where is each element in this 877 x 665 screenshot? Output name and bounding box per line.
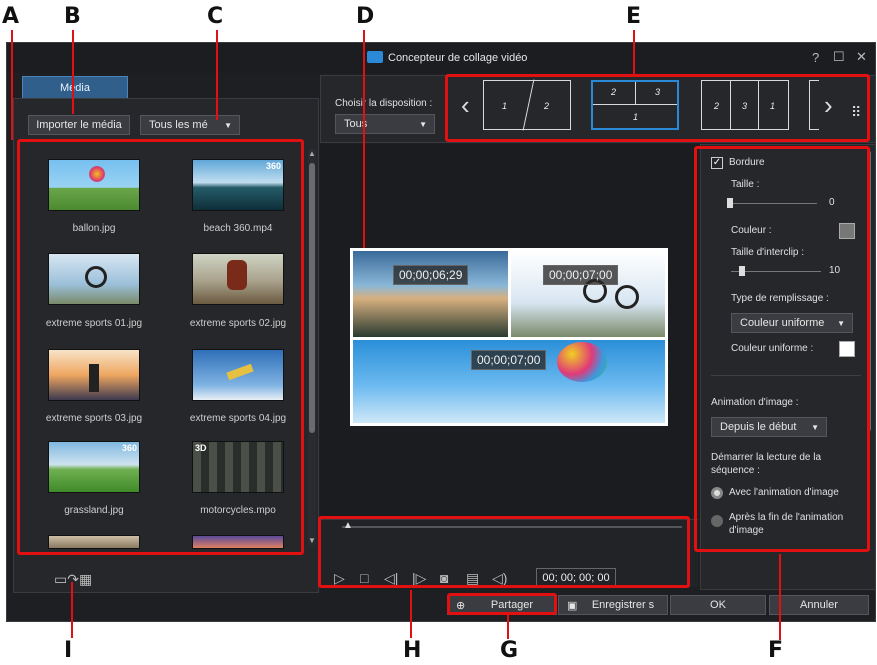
clip-duration: 00;00;06;29: [393, 265, 469, 285]
layout-label: Choisir la disposition :: [335, 98, 433, 109]
media-filter-dropdown[interactable]: Tous les mé ▼: [140, 115, 240, 135]
clip-duration: 00;00;07;00: [543, 265, 619, 285]
maximize-icon[interactable]: ☐: [833, 49, 845, 65]
help-icon[interactable]: ?: [812, 50, 819, 65]
layout-filter-dropdown[interactable]: Tous ▼: [335, 114, 435, 134]
balloons-icon: [557, 342, 607, 382]
callout-line-b: [72, 30, 74, 114]
callout-line-h: [410, 590, 412, 638]
clip-duration: 00;00;07;00: [471, 350, 547, 370]
callout-line-d: [363, 30, 365, 248]
scroll-up-icon[interactable]: ▲: [308, 149, 316, 158]
callout-e: E: [626, 4, 642, 29]
clip-3[interactable]: 00;00;07;00: [353, 340, 665, 423]
save-label: Enregistrer s: [591, 599, 655, 611]
callout-box-g: [447, 593, 557, 615]
collage-preview: 00;00;06;29 00;00;07;00 00;00;07;00: [350, 248, 668, 426]
callout-line-i: [71, 582, 73, 638]
scroll-down-icon[interactable]: ▼: [308, 536, 316, 545]
bike-icon: [615, 285, 639, 309]
callout-box-e: [445, 74, 870, 142]
media-tab[interactable]: Media: [22, 76, 128, 98]
callout-line-f: [779, 554, 781, 640]
save-icon: ▣: [567, 599, 578, 612]
callout-i: I: [64, 638, 73, 663]
callout-box-f: [694, 146, 870, 552]
callout-box-h: [318, 516, 690, 588]
cancel-button[interactable]: Annuler: [769, 595, 869, 615]
storyboard-toggle-icon[interactable]: ▭↷▦: [54, 571, 92, 588]
callout-d: D: [356, 4, 375, 29]
callout-line-c: [216, 30, 218, 120]
callout-line-e: [633, 30, 635, 74]
app-icon: [367, 51, 383, 63]
callout-c: C: [207, 4, 224, 29]
title-bar: Concepteur de collage vidéo ? ☐ ✕: [7, 43, 875, 73]
close-icon[interactable]: ✕: [856, 49, 867, 65]
callout-g: G: [500, 638, 519, 663]
save-button[interactable]: ▣ Enregistrer s: [558, 595, 668, 615]
preview-area: 00;00;06;29 00;00;07;00 00;00;07;00: [320, 144, 698, 519]
ok-button[interactable]: OK: [670, 595, 766, 615]
media-scrollbar[interactable]: ▲ ▼: [308, 149, 316, 545]
callout-f: F: [768, 638, 784, 663]
chevron-down-icon: ▼: [224, 120, 232, 130]
callout-b: B: [64, 4, 81, 29]
media-filter-value: Tous les mé: [149, 119, 208, 131]
callout-box-a: [17, 139, 304, 555]
callout-h: H: [403, 638, 422, 663]
window-title: Concepteur de collage vidéo: [388, 52, 528, 64]
callout-a: A: [2, 4, 20, 29]
callout-line-g: [507, 615, 509, 639]
scroll-thumb[interactable]: [309, 163, 315, 433]
clip-1[interactable]: 00;00;06;29: [353, 251, 508, 337]
chevron-down-icon: ▼: [419, 119, 427, 129]
clip-2[interactable]: 00;00;07;00: [511, 251, 665, 337]
callout-line-a: [11, 30, 13, 140]
import-media-button[interactable]: Importer le média: [28, 115, 130, 135]
